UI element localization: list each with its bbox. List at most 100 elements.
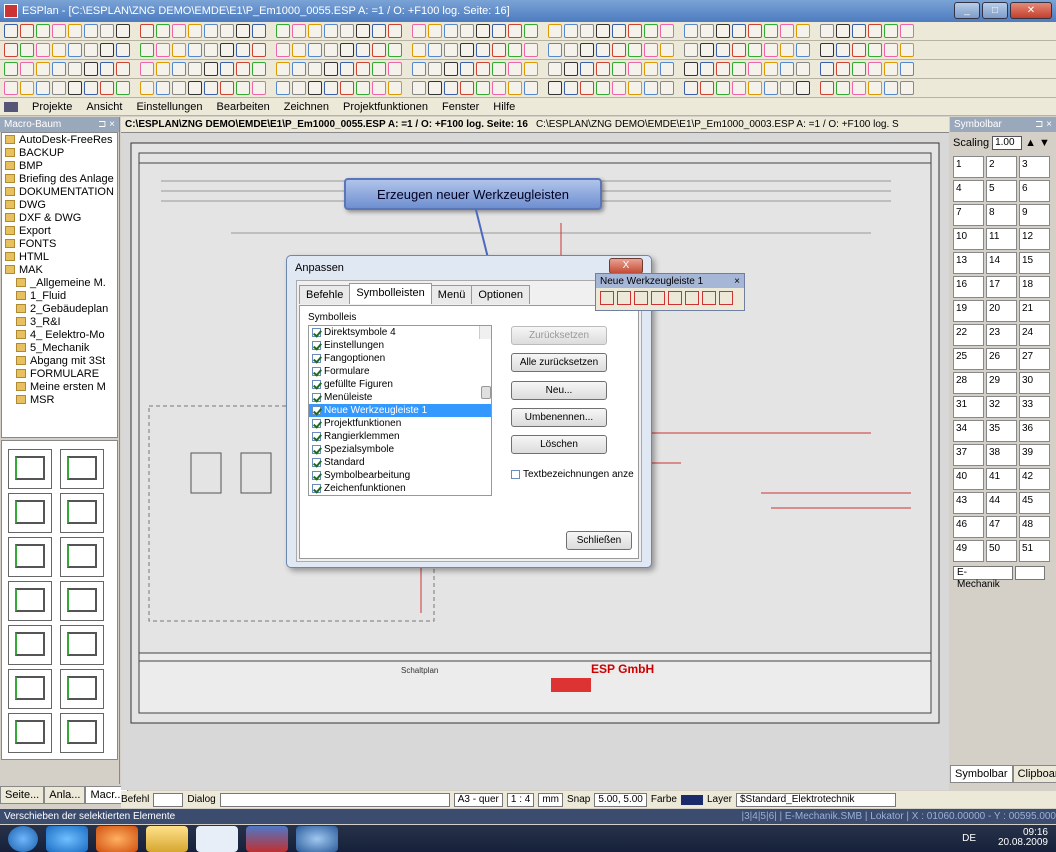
reset-button[interactable]: Zurücksetzen bbox=[511, 326, 607, 345]
scale-down-icon[interactable]: ▼ bbox=[1039, 137, 1050, 149]
toolbar-icon[interactable] bbox=[548, 81, 562, 95]
toolbar-icon[interactable] bbox=[388, 62, 402, 76]
toolbar-icon[interactable] bbox=[404, 43, 410, 57]
toolbar-icon[interactable] bbox=[812, 81, 818, 95]
toolbar-list-item[interactable]: Projektfunktionen bbox=[309, 417, 491, 430]
tree-item[interactable]: HTML bbox=[2, 250, 117, 263]
toolbar-icon[interactable] bbox=[252, 24, 266, 38]
toolbar-icon[interactable] bbox=[564, 43, 578, 57]
doc-tab-0003[interactable]: C:\ESPLAN\ZNG DEMO\EMDE\E1\P_Em1000_0003… bbox=[536, 119, 899, 130]
toolbar-icon[interactable] bbox=[20, 81, 34, 95]
new-toolbar-tool-icon[interactable] bbox=[600, 291, 614, 305]
toolbar-icon[interactable] bbox=[356, 24, 370, 38]
new-toolbar-tool-icon[interactable] bbox=[634, 291, 648, 305]
toolbar-icon[interactable] bbox=[580, 81, 594, 95]
toolbar-icon[interactable] bbox=[700, 43, 714, 57]
tree-item[interactable]: 3_R&I bbox=[2, 315, 117, 328]
toolbar-icon[interactable] bbox=[36, 24, 50, 38]
toolbar-icon[interactable] bbox=[356, 81, 370, 95]
toolbar-icon[interactable] bbox=[84, 81, 98, 95]
symbol-cell[interactable]: 27 bbox=[1019, 348, 1050, 370]
toolbar-icon[interactable] bbox=[716, 81, 730, 95]
toolbar-icon[interactable] bbox=[628, 62, 642, 76]
tab-seite[interactable]: Seite... bbox=[0, 786, 45, 804]
toolbar-icon[interactable] bbox=[580, 62, 594, 76]
symbol-cell[interactable]: 6 bbox=[1019, 180, 1050, 202]
toolbar-icon[interactable] bbox=[868, 43, 882, 57]
paper-select[interactable]: A3 - quer bbox=[453, 792, 503, 807]
toolbar-icon[interactable] bbox=[900, 81, 914, 95]
symbol-cell[interactable]: 49 bbox=[953, 540, 984, 562]
toolbar-icon[interactable] bbox=[628, 81, 642, 95]
macro-thumbnail[interactable] bbox=[60, 493, 104, 533]
toolbar-icon[interactable] bbox=[276, 62, 290, 76]
toolbar-icon[interactable] bbox=[884, 81, 898, 95]
toolbar-icon[interactable] bbox=[836, 24, 850, 38]
toolbar-icon[interactable] bbox=[732, 43, 746, 57]
symbol-cell[interactable]: 37 bbox=[953, 444, 984, 466]
symbol-cell[interactable]: 4 bbox=[953, 180, 984, 202]
befehl-input[interactable] bbox=[153, 792, 184, 807]
symbol-cell[interactable]: 3 bbox=[1019, 156, 1050, 178]
symbol-cell[interactable]: 19 bbox=[953, 300, 984, 322]
toolbar-icon[interactable] bbox=[188, 24, 202, 38]
toolbar-icon[interactable] bbox=[20, 24, 34, 38]
toolbar-icon[interactable] bbox=[308, 24, 322, 38]
toolbar-icon[interactable] bbox=[684, 24, 698, 38]
toolbar-icon[interactable] bbox=[868, 62, 882, 76]
symbol-cell[interactable]: 2 bbox=[986, 156, 1017, 178]
toolbar-icon[interactable] bbox=[660, 62, 674, 76]
toolbar-icon[interactable] bbox=[596, 81, 610, 95]
toolbar-icon[interactable] bbox=[372, 62, 386, 76]
toolbar-icon[interactable] bbox=[140, 62, 154, 76]
toolbar-icon[interactable] bbox=[204, 24, 218, 38]
toolbar-icon[interactable] bbox=[460, 62, 474, 76]
menu-fenster[interactable]: Fenster bbox=[442, 101, 479, 113]
toolbar-icon[interactable] bbox=[340, 62, 354, 76]
toolbar-icon[interactable] bbox=[492, 24, 506, 38]
toolbar-icon[interactable] bbox=[460, 24, 474, 38]
toolbar-icon[interactable] bbox=[700, 81, 714, 95]
toolbar-icon[interactable] bbox=[852, 43, 866, 57]
toolbar-icon[interactable] bbox=[340, 81, 354, 95]
macro-thumbnail[interactable] bbox=[8, 581, 52, 621]
symbol-cell[interactable]: 50 bbox=[986, 540, 1017, 562]
toolbar-checkbox[interactable] bbox=[312, 328, 321, 337]
symbol-cell[interactable]: 38 bbox=[986, 444, 1017, 466]
toolbar-icon[interactable] bbox=[236, 43, 250, 57]
toolbar-icon[interactable] bbox=[372, 43, 386, 57]
toolbar-list-item[interactable]: Neue Werkzeugleiste 1 bbox=[309, 404, 491, 417]
toolbar-icon[interactable] bbox=[812, 24, 818, 38]
toolbar-icon[interactable] bbox=[676, 62, 682, 76]
toolbar-icon[interactable] bbox=[820, 43, 834, 57]
toolbar-icon[interactable] bbox=[428, 62, 442, 76]
toolbar-icon[interactable] bbox=[204, 62, 218, 76]
toolbar-icon[interactable] bbox=[540, 24, 546, 38]
menu-zeichnen[interactable]: Zeichnen bbox=[284, 101, 329, 113]
toolbar-checkbox[interactable] bbox=[312, 354, 321, 363]
toolbar-icon[interactable] bbox=[4, 24, 18, 38]
symbol-cell[interactable]: 13 bbox=[953, 252, 984, 274]
toolbar-icon[interactable] bbox=[324, 24, 338, 38]
toolbar-icon[interactable] bbox=[660, 43, 674, 57]
toolbar-icon[interactable] bbox=[52, 81, 66, 95]
dialog-close-button[interactable]: X bbox=[609, 258, 643, 274]
toolbar-list[interactable]: Direktsymbole 4 Einstellungen Fangoptionen… bbox=[308, 325, 492, 496]
toolbar-icon[interactable] bbox=[660, 24, 674, 38]
tree-item[interactable]: MAK bbox=[2, 263, 117, 276]
toolbar-icon[interactable] bbox=[52, 24, 66, 38]
toolbar-icon[interactable] bbox=[748, 24, 762, 38]
tree-item[interactable]: 1_Fluid bbox=[2, 289, 117, 302]
pin-icon[interactable]: ⊐ × bbox=[1035, 119, 1052, 130]
new-toolbar-tool-icon[interactable] bbox=[668, 291, 682, 305]
toolbar-list-item[interactable]: Symbolbearbeitung bbox=[309, 469, 491, 482]
toolbar-list-item[interactable]: Direktsymbole 4 bbox=[309, 326, 491, 339]
unit-select[interactable]: mm bbox=[538, 792, 563, 807]
text-labels-option[interactable]: Textbezeichnungen anze bbox=[511, 469, 634, 480]
symbol-cell[interactable]: 11 bbox=[986, 228, 1017, 250]
toolbar-icon[interactable] bbox=[276, 43, 290, 57]
symbol-cell[interactable]: 40 bbox=[953, 468, 984, 490]
symbol-cell[interactable]: 45 bbox=[1019, 492, 1050, 514]
toolbar-icon[interactable] bbox=[268, 62, 274, 76]
toolbar-checkbox[interactable] bbox=[312, 471, 321, 480]
